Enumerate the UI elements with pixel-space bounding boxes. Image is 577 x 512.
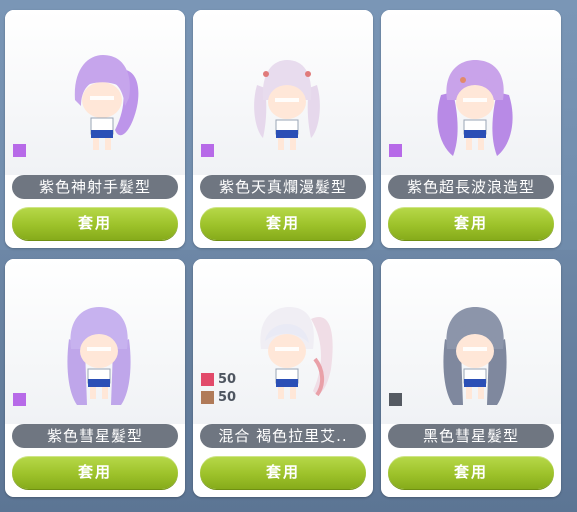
apply-button[interactable]: 套用 — [200, 207, 366, 240]
color-swatch — [389, 393, 402, 406]
color-swatch — [201, 373, 214, 386]
hair-card[interactable]: ✕ 50 50 混合 褐色拉里艾.. 套用 — [193, 259, 373, 497]
character-preview — [5, 10, 185, 175]
hair-card[interactable]: ✕ 黑色彗星髮型 套用 — [381, 259, 561, 497]
character-preview — [381, 10, 561, 175]
apply-button[interactable]: 套用 — [200, 456, 366, 489]
hair-card[interactable]: ✕ 紫色彗星髮型 套用 — [5, 259, 185, 497]
color-swatch — [13, 393, 26, 406]
color-swatch — [201, 144, 214, 157]
color-swatch-row: 50 — [201, 373, 236, 386]
character-preview — [5, 259, 185, 424]
hair-card[interactable]: ✕ 紫色神射手髮型 套用 — [5, 10, 185, 248]
hair-name: 黑色彗星髮型 — [388, 424, 554, 448]
character-preview — [381, 259, 561, 424]
apply-button[interactable]: 套用 — [388, 456, 554, 489]
apply-button[interactable]: 套用 — [12, 207, 178, 240]
apply-button[interactable]: 套用 — [12, 456, 178, 489]
color-swatch — [201, 391, 214, 404]
color-swatch — [389, 144, 402, 157]
hair-card[interactable]: ✕ 紫色天真爛漫髮型 套用 — [193, 10, 373, 248]
hair-name: 紫色彗星髮型 — [12, 424, 178, 448]
hair-name: 紫色天真爛漫髮型 — [200, 175, 366, 199]
character-preview — [193, 10, 373, 175]
color-swatch-row — [389, 144, 402, 157]
color-swatch — [13, 144, 26, 157]
color-swatch-row — [389, 393, 402, 406]
color-ratio: 50 — [218, 390, 237, 405]
hair-card[interactable]: ✕ 紫色超長波浪造型 套用 — [381, 10, 561, 248]
color-swatch-row: 50 — [201, 391, 236, 404]
color-swatch-row — [13, 144, 26, 157]
hair-name: 紫色神射手髮型 — [12, 175, 178, 199]
color-swatch-row — [201, 144, 214, 157]
hair-name: 紫色超長波浪造型 — [388, 175, 554, 199]
apply-button[interactable]: 套用 — [388, 207, 554, 240]
hair-name: 混合 褐色拉里艾.. — [200, 424, 366, 448]
color-swatch-row — [13, 393, 26, 406]
color-ratio: 50 — [218, 372, 237, 387]
